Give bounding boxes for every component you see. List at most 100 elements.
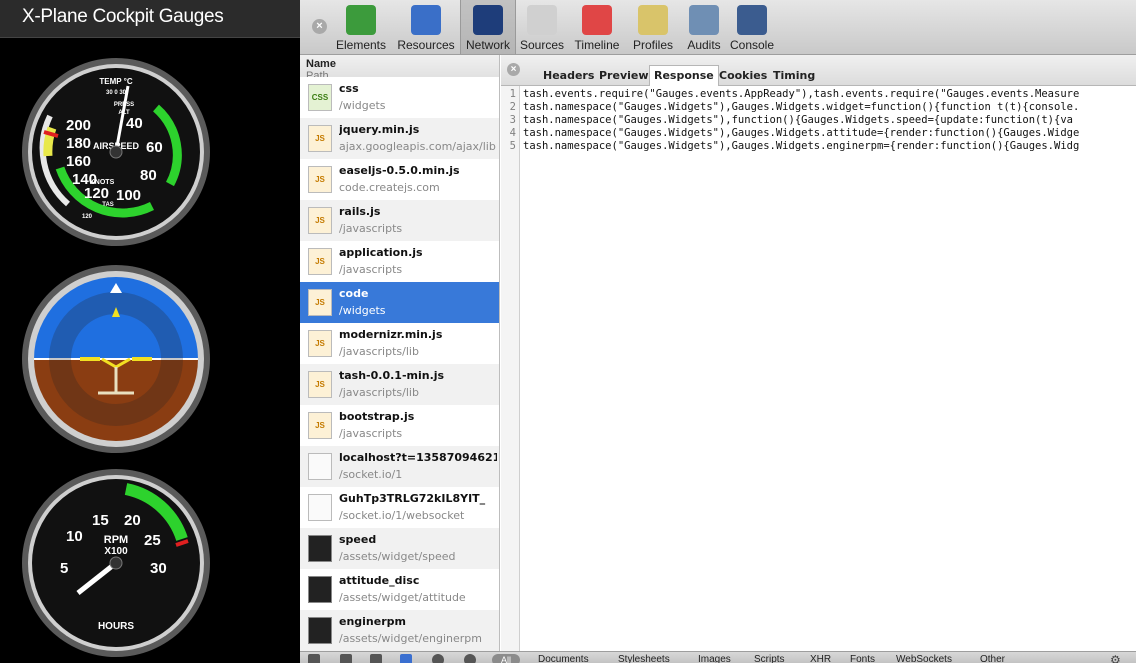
resource-name: attitude_disc <box>339 574 420 587</box>
filter-xhr[interactable]: XHR <box>810 654 831 663</box>
image-thumbnail-icon <box>308 576 332 603</box>
response-code-view[interactable]: 12345 tash.events.require("Gauges.events… <box>501 86 1136 651</box>
tick-200: 200 <box>66 117 91 134</box>
detail-tab-timing[interactable]: Timing <box>769 66 819 86</box>
resource-name: modernizr.min.js <box>339 328 443 341</box>
resource-row[interactable]: speed/assets/widget/speed <box>300 528 499 569</box>
rpm-tick-20: 20 <box>124 512 141 529</box>
resource-row[interactable]: GuhTp3TRLG72kIL8YIT_ /socket.io/1/websock… <box>300 487 499 528</box>
resource-name: application.js <box>339 246 423 259</box>
resource-row[interactable]: enginerpm/assets/widget/enginerpm <box>300 610 499 651</box>
search-icon[interactable] <box>370 654 382 663</box>
js-file-icon: JS <box>308 289 332 316</box>
network-icon <box>473 5 503 35</box>
filter-stylesheets[interactable]: Stylesheets <box>618 654 670 663</box>
resource-name: localhost?t=135870946215 <box>339 451 497 464</box>
resource-row[interactable]: JS jquery.min.js ajax.googleapis.com/ajax/… <box>300 118 499 159</box>
resource-name: bootstrap.js <box>339 410 415 423</box>
resource-name: tash-0.0.1-min.js <box>339 369 445 382</box>
tick-60: 60 <box>146 139 163 156</box>
rpm-gauge: 5 10 15 20 25 30 RPM X100 HOURS <box>22 469 210 657</box>
toolbar-tab-label: Sources <box>519 38 565 52</box>
filter-websockets[interactable]: WebSockets <box>896 654 952 663</box>
sources-icon <box>527 5 557 35</box>
filter-all-button[interactable]: All <box>492 654 520 663</box>
temp-label: TEMP °C <box>99 77 133 86</box>
resource-row[interactable]: JS bootstrap.js/javascripts <box>300 405 499 446</box>
response-code-line: tash.namespace("Gauges.Widgets"),functio… <box>523 114 1073 126</box>
resource-name: enginerpm <box>339 615 406 628</box>
console-icon <box>737 5 767 35</box>
gear-icon[interactable]: ⚙ <box>1110 654 1124 663</box>
image-thumbnail-icon <box>308 535 332 562</box>
detail-tab-cookies[interactable]: Cookies <box>715 66 771 86</box>
image-thumbnail-icon <box>308 617 332 644</box>
resource-path: /socket.io/1 <box>339 468 403 481</box>
toolbar-tab-label: Console <box>729 38 775 52</box>
tas-label: TAS <box>102 202 114 208</box>
detail-tab-bar: × Headers Preview Response Cookies Timing <box>501 55 1136 86</box>
detail-tab-headers[interactable]: Headers <box>539 66 598 86</box>
toolbar-tab-label: Network <box>465 38 510 52</box>
record-icon[interactable] <box>432 654 444 663</box>
clear-icon[interactable] <box>464 654 476 663</box>
js-file-icon: JS <box>308 166 332 193</box>
resource-path: /javascripts/lib <box>339 386 419 399</box>
detail-tab-preview[interactable]: Preview <box>595 66 653 86</box>
console-drawer-icon[interactable] <box>340 654 352 663</box>
js-file-icon: JS <box>308 207 332 234</box>
resource-path: /javascripts <box>339 427 403 440</box>
resource-row[interactable]: JS easeljs-0.5.0.min.js code.createjs.com <box>300 159 499 200</box>
toolbar-tab-console[interactable]: Console <box>728 0 776 54</box>
devtools-panel: × Elements Resources Network Sources Timelin… <box>300 0 1136 663</box>
line-number: 3 <box>509 114 516 126</box>
resource-name: GuhTp3TRLG72kIL8YIT_ <box>339 492 486 505</box>
resource-row[interactable]: JS code/widgets <box>300 282 499 323</box>
list-view-icon[interactable] <box>400 654 412 663</box>
filter-fonts[interactable]: Fonts <box>850 654 875 663</box>
resource-path: /widgets <box>339 304 386 317</box>
resource-row[interactable]: JS modernizr.min.js/javascripts/lib <box>300 323 499 364</box>
hours-label: HOURS <box>98 621 134 632</box>
app-title: X-Plane Cockpit Gauges <box>0 0 300 38</box>
tick-80: 80 <box>140 167 157 184</box>
toolbar-tab-profiles[interactable]: Profiles <box>626 0 680 54</box>
filter-documents[interactable]: Documents <box>538 654 589 663</box>
resource-name: speed <box>339 533 377 546</box>
filter-images[interactable]: Images <box>698 654 731 663</box>
toolbar-tab-resources[interactable]: Resources <box>392 0 460 54</box>
toolbar-tab-timeline[interactable]: Timeline <box>568 0 626 54</box>
temp-scale: 30 0 30 <box>106 90 127 96</box>
close-detail-icon[interactable]: × <box>507 63 520 76</box>
rpm-tick-30: 30 <box>150 560 167 577</box>
resource-row[interactable]: localhost?t=135870946215/socket.io/1 <box>300 446 499 487</box>
tick-40: 40 <box>126 115 143 132</box>
resource-path: /javascripts/lib <box>339 345 419 358</box>
response-code-line: tash.namespace("Gauges.Widgets"),Gauges.… <box>523 101 1080 113</box>
resource-name: css <box>339 82 359 95</box>
resource-row[interactable]: attitude_disc/assets/widget/attitude <box>300 569 499 610</box>
close-devtools-button[interactable]: × <box>312 19 327 34</box>
toolbar-tab-network[interactable]: Network <box>460 0 516 54</box>
resource-path: /socket.io/1/websocket <box>339 509 465 522</box>
toolbar-tab-label: Elements <box>335 38 387 52</box>
dock-icon[interactable] <box>308 654 320 663</box>
devtools-toolbar: × Elements Resources Network Sources Timelin… <box>300 0 1136 55</box>
tick-180: 180 <box>66 135 91 152</box>
resource-path: ajax.googleapis.com/ajax/lib <box>339 140 496 153</box>
detail-tab-response[interactable]: Response <box>649 65 719 86</box>
resource-row[interactable]: JS rails.js/javascripts <box>300 200 499 241</box>
column-name-header: Name <box>306 58 336 70</box>
toolbar-tab-sources[interactable]: Sources <box>516 0 568 54</box>
resource-row[interactable]: CSS css/widgets <box>300 77 499 118</box>
resource-row[interactable]: JS application.js/javascripts <box>300 241 499 282</box>
filter-other[interactable]: Other <box>980 654 1005 663</box>
toolbar-tab-label: Resources <box>397 38 455 52</box>
js-file-icon: JS <box>308 248 332 275</box>
toolbar-tab-audits[interactable]: Audits <box>680 0 728 54</box>
resource-row[interactable]: JS tash-0.0.1-min.js/javascripts/lib <box>300 364 499 405</box>
rpm-tick-5: 5 <box>60 560 68 577</box>
toolbar-tab-elements[interactable]: Elements <box>330 0 392 54</box>
knots-label: KNOTS <box>90 179 115 186</box>
filter-scripts[interactable]: Scripts <box>754 654 785 663</box>
